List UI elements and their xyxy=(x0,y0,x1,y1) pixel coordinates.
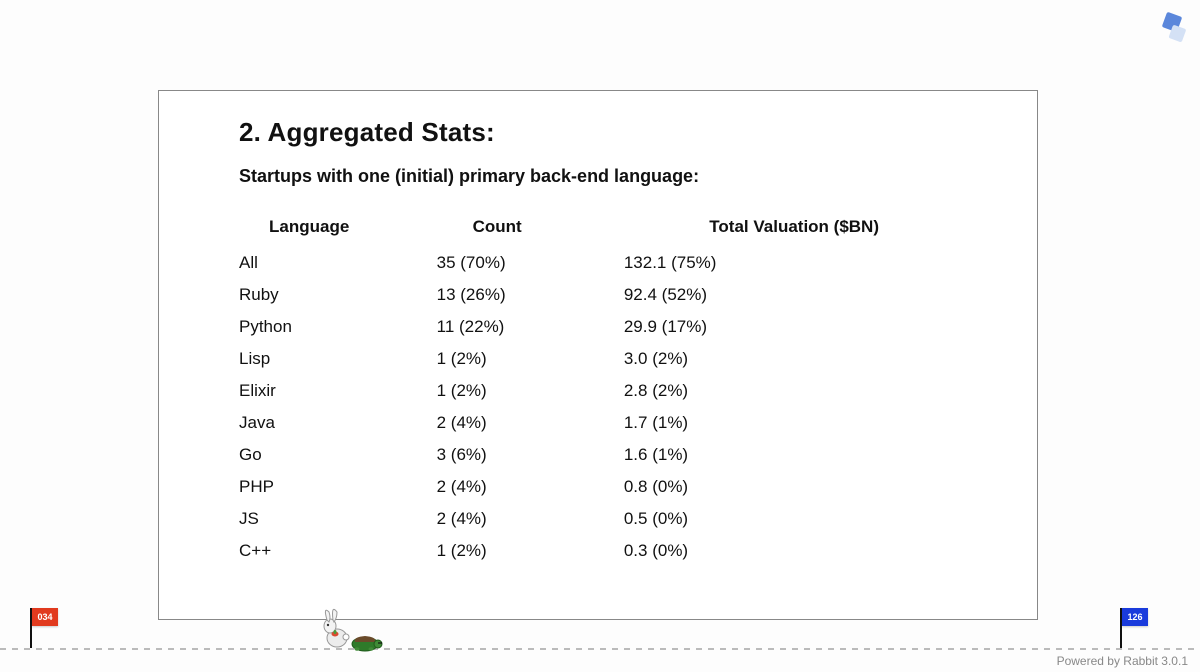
table-row: Go 3 (6%) 1.6 (1%) xyxy=(239,439,879,471)
cell-language: All xyxy=(239,247,437,279)
total-slides-badge: 126 xyxy=(1122,608,1148,626)
progress-track xyxy=(0,648,1200,650)
cell-valuation: 1.6 (1%) xyxy=(624,439,879,471)
cell-count: 1 (2%) xyxy=(437,535,624,567)
cell-valuation: 92.4 (52%) xyxy=(624,279,879,311)
table-row: JS 2 (4%) 0.5 (0%) xyxy=(239,503,879,535)
cell-language: Elixir xyxy=(239,375,437,407)
table-row: Lisp 1 (2%) 3.0 (2%) xyxy=(239,343,879,375)
cell-language: PHP xyxy=(239,471,437,503)
col-header-language: Language xyxy=(239,213,437,247)
col-header-count: Count xyxy=(437,213,624,247)
cell-language: Go xyxy=(239,439,437,471)
cell-language: JS xyxy=(239,503,437,535)
cell-count: 13 (26%) xyxy=(437,279,624,311)
table-header-row: Language Count Total Valuation ($BN) xyxy=(239,213,879,247)
slide-subtitle: Startups with one (initial) primary back… xyxy=(239,166,983,187)
stats-table: Language Count Total Valuation ($BN) All… xyxy=(239,213,879,567)
start-flag: 034 xyxy=(30,608,60,648)
cell-valuation: 0.8 (0%) xyxy=(624,471,879,503)
slide-title: 2. Aggregated Stats: xyxy=(239,117,983,148)
cell-count: 3 (6%) xyxy=(437,439,624,471)
cell-count: 11 (22%) xyxy=(437,311,624,343)
current-slide-badge: 034 xyxy=(32,608,58,626)
cell-valuation: 3.0 (2%) xyxy=(624,343,879,375)
cell-count: 35 (70%) xyxy=(437,247,624,279)
table-row: Ruby 13 (26%) 92.4 (52%) xyxy=(239,279,879,311)
cell-language: Lisp xyxy=(239,343,437,375)
cell-valuation: 2.8 (2%) xyxy=(624,375,879,407)
cell-count: 1 (2%) xyxy=(437,343,624,375)
cell-count: 1 (2%) xyxy=(437,375,624,407)
end-flag: 126 xyxy=(1120,608,1150,648)
cell-language: Ruby xyxy=(239,279,437,311)
cell-count: 2 (4%) xyxy=(437,471,624,503)
cell-language: C++ xyxy=(239,535,437,567)
powered-by-label: Powered by Rabbit 3.0.1 xyxy=(1057,654,1188,668)
table-row: Java 2 (4%) 1.7 (1%) xyxy=(239,407,879,439)
table-row: Elixir 1 (2%) 2.8 (2%) xyxy=(239,375,879,407)
cell-count: 2 (4%) xyxy=(437,407,624,439)
col-header-valuation: Total Valuation ($BN) xyxy=(624,213,879,247)
table-row: Python 11 (22%) 29.9 (17%) xyxy=(239,311,879,343)
table-row: C++ 1 (2%) 0.3 (0%) xyxy=(239,535,879,567)
table-row: PHP 2 (4%) 0.8 (0%) xyxy=(239,471,879,503)
slide-card: 2. Aggregated Stats: Startups with one (… xyxy=(158,90,1038,620)
table-row: All 35 (70%) 132.1 (75%) xyxy=(239,247,879,279)
cell-count: 2 (4%) xyxy=(437,503,624,535)
cell-language: Java xyxy=(239,407,437,439)
cell-valuation: 0.3 (0%) xyxy=(624,535,879,567)
cell-valuation: 29.9 (17%) xyxy=(624,311,879,343)
cell-valuation: 1.7 (1%) xyxy=(624,407,879,439)
rabbit-turtle-icon xyxy=(315,602,395,652)
cell-language: Python xyxy=(239,311,437,343)
cell-valuation: 132.1 (75%) xyxy=(624,247,879,279)
cell-valuation: 0.5 (0%) xyxy=(624,503,879,535)
corner-logo-icon xyxy=(1150,6,1194,50)
